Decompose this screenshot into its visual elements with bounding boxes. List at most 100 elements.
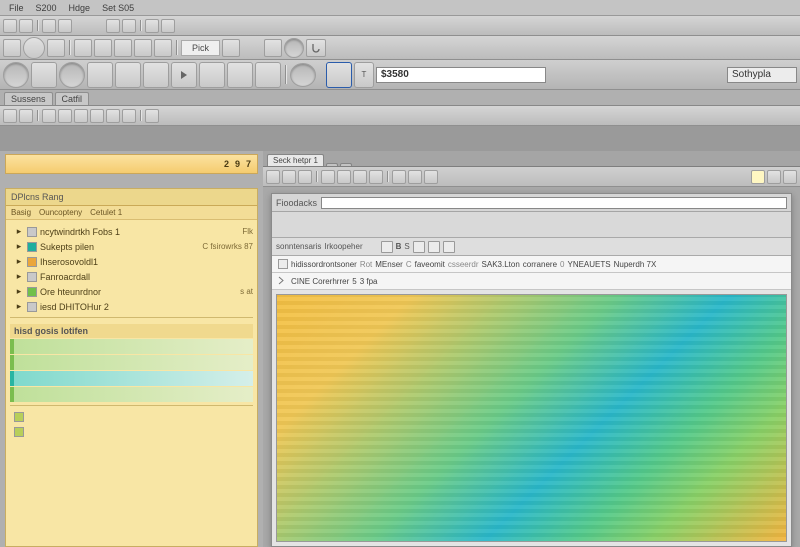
tree-sub-3[interactable]: Cetulet 1 xyxy=(90,208,122,217)
tree-row[interactable]: ▸ ncytwindrtkh Fobs 1 Flk xyxy=(10,224,253,239)
right-tab-2[interactable] xyxy=(326,163,338,166)
tree-row[interactable] xyxy=(10,409,253,424)
right-tab-3[interactable] xyxy=(340,163,352,166)
doc-mini-3[interactable] xyxy=(428,241,440,253)
tb2-btn-4[interactable] xyxy=(94,39,112,57)
menu-item-3[interactable]: Hdge xyxy=(66,3,94,13)
tb1-btn-3[interactable] xyxy=(42,19,56,33)
tree-row[interactable]: ▸ iesd DHITOHur 2 xyxy=(10,299,253,314)
expand-icon[interactable]: ▸ xyxy=(14,227,24,237)
sec-btn-2[interactable] xyxy=(19,109,33,123)
main-btn-2[interactable] xyxy=(87,62,113,88)
tree-block[interactable] xyxy=(10,339,253,354)
doc-mini-4[interactable] xyxy=(443,241,455,253)
numeric-readout[interactable]: $3580 xyxy=(376,67,546,83)
sec-btn-1[interactable] xyxy=(3,109,17,123)
menu-item-4[interactable]: Set S05 xyxy=(99,3,137,13)
doc-canvas[interactable] xyxy=(276,294,787,542)
rtb-btn-11[interactable] xyxy=(767,170,781,184)
doc-tool-s[interactable]: S xyxy=(404,242,409,251)
tab-2[interactable]: Catfil xyxy=(55,92,90,105)
sec-btn-5[interactable] xyxy=(74,109,88,123)
main-btn-5[interactable] xyxy=(227,62,253,88)
main-knob-2[interactable] xyxy=(59,62,85,88)
bold-icon[interactable]: B xyxy=(396,242,402,251)
rtb-btn-3[interactable] xyxy=(298,170,312,184)
menu-file[interactable]: File xyxy=(6,3,27,13)
tb1-btn-4[interactable] xyxy=(58,19,72,33)
tb2-btn-7[interactable] xyxy=(154,39,172,57)
sec-btn-4[interactable] xyxy=(58,109,72,123)
tab-1[interactable]: Sussens xyxy=(4,92,53,105)
tree-sub-2[interactable]: Ouncopteny xyxy=(39,208,82,217)
tb1-btn-1[interactable] xyxy=(3,19,17,33)
tb1-btn-5[interactable] xyxy=(106,19,120,33)
tb2-btn-9[interactable] xyxy=(264,39,282,57)
sec-btn-9[interactable] xyxy=(145,109,159,123)
tb2-btn-8[interactable] xyxy=(222,39,240,57)
tb2-hook-icon[interactable] xyxy=(306,39,326,57)
tree-row[interactable]: ▸ Fanroacrdall xyxy=(10,269,253,284)
doc-mini-2[interactable] xyxy=(413,241,425,253)
expand-icon[interactable]: ▸ xyxy=(14,302,24,312)
expand-icon[interactable]: ▸ xyxy=(14,257,24,267)
doc-title-field[interactable] xyxy=(321,197,787,209)
tree-block[interactable] xyxy=(10,387,253,402)
rtb-btn-7[interactable] xyxy=(369,170,383,184)
sec-btn-3[interactable] xyxy=(42,109,56,123)
rtb-btn-9[interactable] xyxy=(408,170,422,184)
blue-tile-icon[interactable] xyxy=(326,62,352,88)
main-knob-3[interactable] xyxy=(290,63,316,87)
tb1-btn-2[interactable] xyxy=(19,19,33,33)
main-btn-6[interactable] xyxy=(255,62,281,88)
main-btn-1[interactable] xyxy=(31,62,57,88)
menu-item-2[interactable]: S200 xyxy=(33,3,60,13)
tb2-btn-1[interactable] xyxy=(3,39,21,57)
rtb-btn-12[interactable] xyxy=(783,170,797,184)
tb2-btn-3[interactable] xyxy=(74,39,92,57)
rtb-btn-yellow[interactable] xyxy=(751,170,765,184)
tree-row[interactable]: ▸ Sukepts pilen C fsirowrks 87 xyxy=(10,239,253,254)
tree-sub-1[interactable]: Basig xyxy=(11,208,31,217)
tree-group-header[interactable]: hisd gosis lotifen xyxy=(10,324,253,338)
tree-row[interactable]: ▸ Ihserosovoldl1 xyxy=(10,254,253,269)
tb1-btn-6[interactable] xyxy=(122,19,136,33)
doc-mini-1[interactable] xyxy=(381,241,393,253)
rtb-btn-4[interactable] xyxy=(321,170,335,184)
doc-tool-1[interactable]: sonntensaris xyxy=(276,242,321,251)
tb1-btn-7[interactable] xyxy=(145,19,159,33)
tree-row[interactable]: ▸ Ore hteunrdnor s at xyxy=(10,284,253,299)
rtb-btn-8[interactable] xyxy=(392,170,406,184)
expand-icon[interactable]: ▸ xyxy=(14,287,24,297)
main-btn-4[interactable] xyxy=(199,62,225,88)
triangle-right-icon[interactable] xyxy=(171,62,197,88)
sec-btn-6[interactable] xyxy=(90,109,104,123)
rtb-btn-2[interactable] xyxy=(282,170,296,184)
tb2-knob-2[interactable] xyxy=(284,38,304,58)
right-mini-field[interactable]: Sothypla xyxy=(727,67,797,83)
tree-block[interactable] xyxy=(10,355,253,370)
tb2-btn-6[interactable] xyxy=(134,39,152,57)
right-tab-1[interactable]: Seck hetpr 1 xyxy=(267,154,324,166)
main-knob-1[interactable] xyxy=(3,62,29,88)
main-btn-t[interactable]: T xyxy=(354,62,374,88)
tb2-btn-5[interactable] xyxy=(114,39,132,57)
rtb-btn-1[interactable] xyxy=(266,170,280,184)
rtb-btn-6[interactable] xyxy=(353,170,367,184)
tb2-btn-2[interactable] xyxy=(47,39,65,57)
tree-row[interactable] xyxy=(10,424,253,439)
rtb-btn-5[interactable] xyxy=(337,170,351,184)
pack-label[interactable]: Pick xyxy=(181,40,220,56)
expand-icon[interactable]: ▸ xyxy=(14,242,24,252)
sec-btn-7[interactable] xyxy=(106,109,120,123)
collapse-icon[interactable] xyxy=(278,276,288,286)
checkbox-icon[interactable] xyxy=(278,259,288,269)
main-btn-white[interactable] xyxy=(115,62,141,88)
main-btn-3[interactable] xyxy=(143,62,169,88)
tb1-btn-8[interactable] xyxy=(161,19,175,33)
sec-btn-8[interactable] xyxy=(122,109,136,123)
doc-tool-2[interactable]: Irkoopeher xyxy=(324,242,362,251)
rtb-btn-10[interactable] xyxy=(424,170,438,184)
expand-icon[interactable]: ▸ xyxy=(14,272,24,282)
tree-block[interactable] xyxy=(10,371,253,386)
